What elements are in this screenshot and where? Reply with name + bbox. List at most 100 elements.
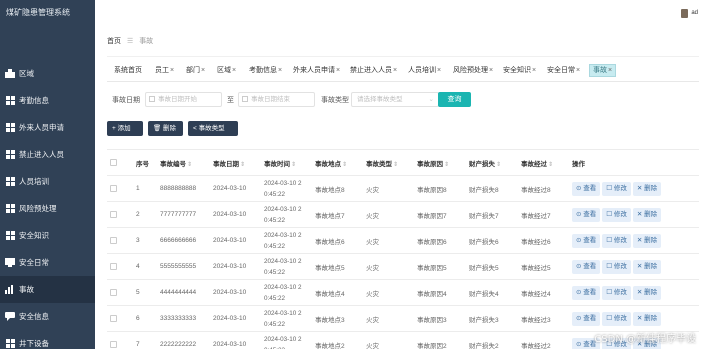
breadcrumb-home[interactable]: 首页 [107, 38, 121, 45]
sidebar-item[interactable]: 考勤信息 [0, 87, 95, 114]
view-button[interactable]: ⊙ 查看 [572, 233, 601, 248]
avatar[interactable] [681, 9, 688, 18]
tag-item[interactable]: 风险预处理× [451, 64, 495, 77]
row-checkbox[interactable] [110, 262, 117, 270]
tag-item[interactable]: 安全知识× [501, 64, 538, 77]
table-row[interactable]: 4 5555555555 2024-03-10 2024-03-10 2 0:45:2… [107, 253, 699, 280]
tag-item[interactable]: 考勤信息× [247, 64, 284, 77]
sidebar-item[interactable]: 安全信息 [0, 303, 95, 330]
table-row[interactable]: 3 6666666666 2024-03-10 2024-03-10 2 0:45:2… [107, 227, 699, 254]
accident-type-button[interactable]: < 事故类型 [188, 121, 238, 136]
sidebar-item[interactable]: 人员培训 [0, 168, 95, 195]
cell-type: 火灾 [363, 331, 414, 349]
delete-button[interactable]: ✕ 删除 [632, 311, 662, 326]
row-checkbox[interactable] [110, 184, 117, 192]
sidebar-item-label: 风险预处理 [19, 204, 57, 213]
delete-button[interactable]: ✕ 删除 [632, 207, 662, 222]
tag-item[interactable]: 系统首页 [112, 64, 144, 77]
tag-item[interactable]: 部门× [184, 64, 207, 77]
delete-button[interactable]: ✕ 删除 [632, 285, 662, 300]
column-header[interactable]: 事故时间⇕ [261, 149, 312, 176]
row-checkbox[interactable] [110, 314, 117, 322]
row-select-cell [107, 227, 133, 254]
sidebar-item[interactable]: 区域 [0, 60, 95, 87]
view-button[interactable]: ⊙ 查看 [572, 207, 601, 222]
query-button[interactable]: 查询 [438, 92, 471, 107]
delete-button[interactable]: ✕ 删除 [632, 181, 662, 196]
tag-item[interactable]: 员工× [153, 64, 176, 77]
sort-icon[interactable]: ⇕ [187, 162, 192, 168]
start-date-input[interactable]: 事故日期开始 [145, 92, 222, 107]
sidebar-item[interactable]: 禁止进入人员 [0, 141, 95, 168]
username[interactable]: ad [691, 10, 698, 16]
sidebar-item[interactable]: 外来人员申请 [0, 114, 95, 141]
sidebar-item[interactable]: 安全日常 [0, 249, 95, 276]
sidebar-item[interactable]: 事故 [0, 276, 95, 303]
tag-item[interactable]: 禁止进入人员× [348, 64, 399, 77]
column-header[interactable]: 事故类型⇕ [363, 149, 414, 176]
delete-button[interactable]: ✕ 删除 [632, 233, 662, 248]
close-icon[interactable]: × [393, 67, 397, 74]
add-button[interactable]: + 添加 [107, 121, 143, 136]
column-header[interactable]: 财产损失⇕ [466, 149, 518, 176]
close-icon[interactable]: × [576, 67, 580, 74]
close-icon[interactable]: × [532, 67, 536, 74]
edit-button[interactable]: ☐ 修改 [602, 259, 631, 274]
column-header[interactable]: 事故编号⇕ [157, 149, 210, 176]
close-icon[interactable]: × [232, 67, 236, 74]
sidebar-item[interactable]: 安全知识 [0, 222, 95, 249]
search-form: 事故日期 事故日期开始 至 事故日期结束 事故类型 请选择事故类型 ⌄ 查询 [107, 92, 697, 108]
batch-delete-button[interactable]: 🗑 删除 [148, 121, 183, 136]
row-checkbox[interactable] [110, 210, 117, 218]
table-row[interactable]: 2 7777777777 2024-03-10 2024-03-10 2 0:45:2… [107, 201, 699, 228]
edit-button[interactable]: ☐ 修改 [602, 207, 631, 222]
sort-icon[interactable]: ⇕ [444, 162, 449, 168]
view-button[interactable]: ⊙ 查看 [572, 311, 601, 326]
column-header[interactable]: 事故经过⇕ [518, 149, 569, 176]
view-button[interactable]: ⊙ 查看 [572, 259, 601, 274]
close-icon[interactable]: × [437, 67, 441, 74]
edit-button[interactable]: ☐ 修改 [602, 311, 631, 326]
sort-icon[interactable]: ⇕ [393, 162, 398, 168]
tag-item[interactable]: 外来人员申请× [291, 64, 342, 77]
close-icon[interactable]: × [201, 67, 205, 74]
column-header[interactable]: 事故地点⇕ [312, 149, 363, 176]
close-icon[interactable]: × [608, 67, 612, 74]
view-button[interactable]: ⊙ 查看 [572, 285, 601, 300]
sidebar-item[interactable]: 风险预处理 [0, 195, 95, 222]
sort-icon[interactable]: ⇕ [342, 162, 347, 168]
table-row[interactable]: 1 8888888888 2024-03-10 2024-03-10 2 0:45:2… [107, 175, 699, 202]
tag-item[interactable]: 人员培训× [406, 64, 443, 77]
edit-button[interactable]: ☐ 修改 [602, 285, 631, 300]
row-checkbox[interactable] [110, 288, 117, 296]
close-icon[interactable]: × [489, 67, 493, 74]
tags-view: 系统首页 员工× 部门× 区域× 考勤信息× 外来人员申请× 禁止进入人员× 人员培训× 风险预… [107, 56, 699, 82]
close-icon[interactable]: × [278, 67, 282, 74]
column-header[interactable]: 事故原因⇕ [414, 149, 466, 176]
select-all-checkbox[interactable] [110, 158, 117, 166]
table-header: 序号 事故编号⇕ 事故日期⇕ 事故时间⇕ 事故地点⇕ 事故类型⇕ 事故原因⇕ 财产损失⇕ 事故经… [107, 149, 699, 176]
type-select[interactable]: 请选择事故类型 ⌄ [351, 92, 439, 107]
table-row[interactable]: 6 3333333333 2024-03-10 2024-03-10 2 0:45:2… [107, 305, 699, 332]
sidebar-item-label: 安全信息 [19, 312, 49, 321]
close-icon[interactable]: × [170, 67, 174, 74]
delete-button[interactable]: ✕ 删除 [632, 259, 662, 274]
edit-button[interactable]: ☐ 修改 [602, 181, 631, 196]
sort-icon[interactable]: ⇕ [496, 162, 501, 168]
column-header[interactable]: 事故日期⇕ [210, 149, 261, 176]
tag-item[interactable]: 区域× [215, 64, 238, 77]
sort-icon[interactable]: ⇕ [240, 162, 245, 168]
edit-button[interactable]: ☐ 修改 [602, 233, 631, 248]
table-row[interactable]: 5 4444444444 2024-03-10 2024-03-10 2 0:45:2… [107, 279, 699, 306]
sort-icon[interactable]: ⇕ [291, 162, 296, 168]
sidebar-item[interactable]: 井下设备 [0, 330, 95, 349]
row-checkbox[interactable] [110, 236, 117, 244]
sort-icon[interactable]: ⇕ [548, 162, 553, 168]
view-button[interactable]: ⊙ 查看 [572, 181, 601, 196]
data-table: 序号 事故编号⇕ 事故日期⇕ 事故时间⇕ 事故地点⇕ 事故类型⇕ 事故原因⇕ 财产损失⇕ 事故经… [107, 149, 699, 349]
close-icon[interactable]: × [336, 67, 340, 74]
tag-item[interactable]: 安全日常× [545, 64, 582, 77]
end-date-input[interactable]: 事故日期结束 [238, 92, 315, 107]
row-checkbox[interactable] [110, 340, 117, 348]
tag-item[interactable]: 事故× [589, 64, 617, 77]
